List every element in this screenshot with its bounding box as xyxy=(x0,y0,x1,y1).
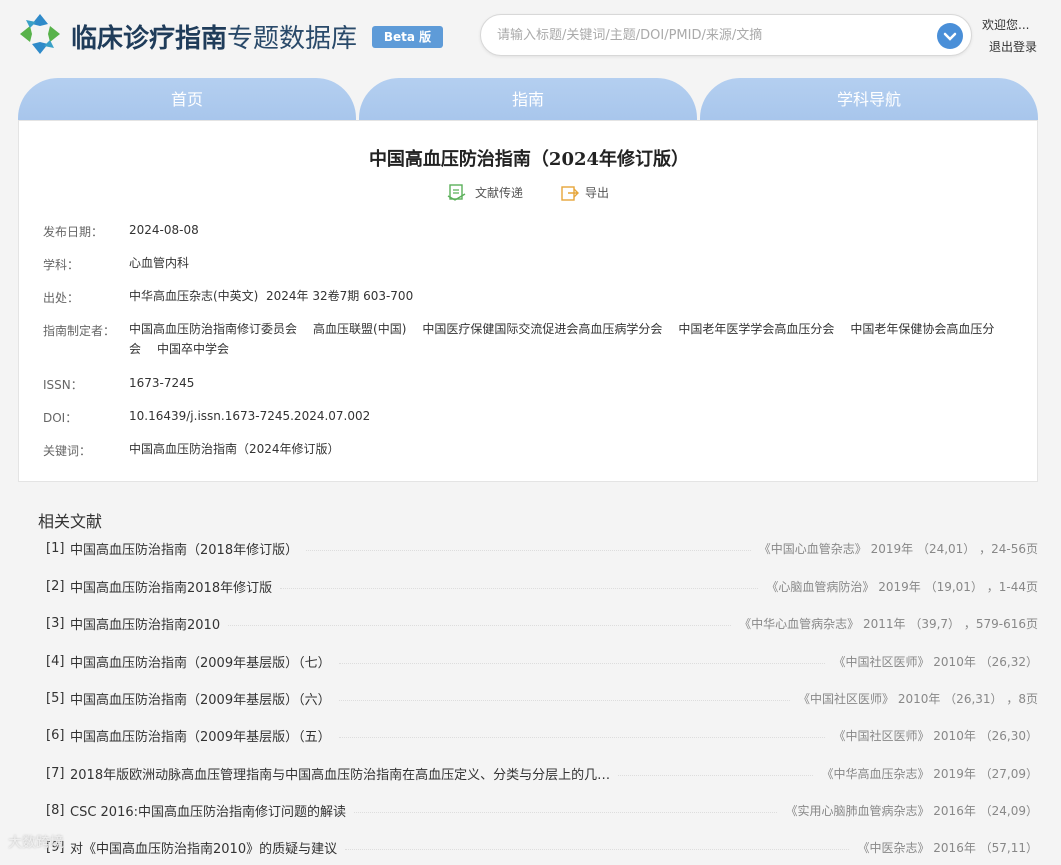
list-item: [8] CSC 2016:中国高血压防治指南修订问题的解读 《实用心脑肺血管病杂… xyxy=(46,798,1038,822)
field-value[interactable]: 中国高血压防治指南（2024年修订版） xyxy=(129,439,340,459)
dotted-leader xyxy=(354,811,778,813)
user-area: 欢迎您... 退出登录 xyxy=(982,14,1052,58)
field-issn: ISSN： 1673-7245 xyxy=(43,376,1023,396)
main-nav: 首页 指南 学科导航 xyxy=(18,78,1038,120)
ref-source: 《中国社区医师》 2010年 （26,31） ，8页 xyxy=(798,691,1038,706)
chevron-down-icon xyxy=(943,32,957,41)
dotted-leader xyxy=(228,624,732,626)
maker-item[interactable]: 中国老年医学学会高血压分会 xyxy=(678,322,834,336)
ref-number: [1] xyxy=(46,540,65,556)
search-input[interactable] xyxy=(497,23,917,47)
field-label: 关键词： xyxy=(43,444,92,458)
document-delivery-icon xyxy=(447,184,466,201)
field-value: 中华高血压杂志(中英文) 2024年 32卷7期 603-700 xyxy=(129,289,414,303)
ref-source: 《中国社区医师》 2010年 （26,32） xyxy=(833,654,1038,669)
maker-item[interactable]: 中国高血压防治指南修订委员会 xyxy=(129,322,297,336)
tab-subject-nav[interactable]: 学科导航 xyxy=(700,78,1038,120)
list-item: [5] 中国高血压防治指南（2009年基层版）（六） 《中国社区医师》 2010… xyxy=(46,686,1038,710)
field-value: 1673-7245 xyxy=(129,376,195,390)
document-delivery-label: 文献传递 xyxy=(475,186,524,200)
list-item: [6] 中国高血压防治指南（2009年基层版）（五） 《中国社区医师》 2010… xyxy=(46,723,1038,747)
document-title: 中国高血压防治指南（2024年修订版） xyxy=(368,149,690,170)
field-publish-date: 发布日期： 2024-08-08 xyxy=(43,223,1023,243)
ref-number: [8] xyxy=(46,802,65,818)
ref-title[interactable]: CSC 2016:中国高血压防治指南修订问题的解读 xyxy=(70,801,346,820)
list-item: [2] 中国高血压防治指南2018年修订版 《心脑血管病防治》 2019年 （1… xyxy=(46,574,1038,598)
site-title-main: 临床诊疗指南 xyxy=(71,24,228,54)
header: 临床诊疗指南专题数据库 Beta 版 欢迎您... 退出登录 xyxy=(0,0,1061,76)
export-label: 导出 xyxy=(585,186,610,200)
makers-list: 中国高血压防治指南修订委员会 高血压联盟(中国) 中国医疗保健国际交流促进会高血压病… xyxy=(129,319,1019,359)
ref-title[interactable]: 中国高血压防治指南（2009年基层版）（六） xyxy=(70,689,331,708)
maker-item[interactable]: 中国医疗保健国际交流促进会高血压病学分会 xyxy=(422,322,662,336)
watermark: 大数跨境 xyxy=(8,835,64,851)
ref-number: [6] xyxy=(46,727,65,743)
ref-source: 《中国社区医师》 2010年 （26,30） xyxy=(833,728,1038,743)
ref-source: 《中华心血管病杂志》 2011年 （39,7） ，579-616页 xyxy=(739,616,1038,631)
tab-guidelines[interactable]: 指南 xyxy=(359,78,697,120)
export-icon xyxy=(561,186,579,201)
search-dropdown-button[interactable] xyxy=(937,23,963,49)
field-value[interactable]: 10.16439/j.issn.1673-7245.2024.07.002 xyxy=(129,406,370,426)
field-label: ISSN： xyxy=(43,378,83,392)
maker-item[interactable]: 高血压联盟(中国) xyxy=(313,322,406,336)
ref-title[interactable]: 中国高血压防治指南（2018年修订版） xyxy=(70,539,298,558)
field-source: 出处： 中华高血压杂志(中英文) 2024年 32卷7期 603-700 xyxy=(43,289,1023,309)
list-item: [1] 中国高血压防治指南（2018年修订版） 《中国心血管杂志》 2019年 … xyxy=(46,536,1038,560)
ref-number: [7] xyxy=(46,765,65,781)
tab-home[interactable]: 首页 xyxy=(18,78,356,120)
ref-number: [3] xyxy=(46,615,65,631)
ref-number: [4] xyxy=(46,653,65,669)
guideline-detail-card: 中国高血压防治指南（2024年修订版） 文献传递 导出 发布日期： 2024-0… xyxy=(18,120,1038,482)
ref-title[interactable]: 对《中国高血压防治指南2010》的质疑与建议 xyxy=(70,838,337,857)
field-label: 学科： xyxy=(43,258,80,272)
list-item: [4] 中国高血压防治指南（2009年基层版）（七） 《中国社区医师》 2010… xyxy=(46,649,1038,673)
ref-source: 《心脑血管病防治》 2019年 （19,01） ，1-44页 xyxy=(766,579,1038,594)
ref-title[interactable]: 中国高血压防治指南2018年修订版 xyxy=(70,577,272,596)
dotted-leader xyxy=(618,774,814,776)
ref-source: 《中国心血管杂志》 2019年 （24,01） ，24-56页 xyxy=(758,541,1038,556)
dotted-leader xyxy=(338,699,791,701)
dotted-leader xyxy=(338,736,826,738)
site-title-sub: 专题数据库 xyxy=(227,24,358,54)
ref-number: [5] xyxy=(46,690,65,706)
dotted-leader xyxy=(280,587,759,589)
list-item: [7] 2018年版欧洲动脉高血压管理指南与中国高血压防治指南在高血压定义、分类… xyxy=(46,761,1038,785)
field-subject: 学科： 心血管内科 xyxy=(43,256,1023,276)
field-value: 2024-08-08 xyxy=(129,223,199,237)
field-keywords: 关键词： 中国高血压防治指南（2024年修订版） xyxy=(43,442,1023,462)
welcome-text: 欢迎您... xyxy=(982,18,1030,32)
ref-source: 《实用心脑肺血管病杂志》 2016年 （24,09） xyxy=(785,803,1038,818)
ref-title[interactable]: 2018年版欧洲动脉高血压管理指南与中国高血压防治指南在高血压定义、分类与分层上… xyxy=(70,764,610,783)
field-label: 出处： xyxy=(43,291,80,305)
field-label: 指南制定者： xyxy=(43,324,116,338)
field-doi: DOI： 10.16439/j.issn.1673-7245.2024.07.0… xyxy=(43,409,1023,429)
list-item: [3] 中国高血压防治指南2010 《中华心血管病杂志》 2011年 （39,7… xyxy=(46,611,1038,635)
maker-item[interactable]: 中国卒中学会 xyxy=(157,342,229,356)
ref-number: [2] xyxy=(46,578,65,594)
ref-source: 《中医杂志》 2016年 （57,11） xyxy=(857,840,1038,855)
field-label: 发布日期： xyxy=(43,225,104,239)
ref-source: 《中华高血压杂志》 2019年 （27,09） xyxy=(821,766,1038,781)
search-bar xyxy=(480,14,972,56)
field-label: DOI： xyxy=(43,411,78,425)
dotted-leader xyxy=(345,848,850,850)
dotted-leader xyxy=(306,549,751,551)
ref-title[interactable]: 中国高血压防治指南2010 xyxy=(70,614,220,633)
list-item: [9] 对《中国高血压防治指南2010》的质疑与建议 《中医杂志》 2016年 … xyxy=(46,835,1038,859)
related-heading: 相关文献 xyxy=(38,512,103,531)
dotted-leader xyxy=(338,662,826,664)
ref-title[interactable]: 中国高血压防治指南（2009年基层版）（五） xyxy=(70,726,331,745)
ref-title[interactable]: 中国高血压防治指南（2009年基层版）（七） xyxy=(70,652,331,671)
site-title[interactable]: 临床诊疗指南专题数据库 xyxy=(71,18,357,55)
beta-badge: Beta 版 xyxy=(372,26,443,48)
logout-link[interactable]: 退出登录 xyxy=(989,36,1052,58)
logo-icon xyxy=(20,14,60,54)
field-makers: 指南制定者： 中国高血压防治指南修订委员会 高血压联盟(中国) 中国医疗保健国际交流… xyxy=(43,322,1023,364)
field-value[interactable]: 心血管内科 xyxy=(129,253,189,273)
